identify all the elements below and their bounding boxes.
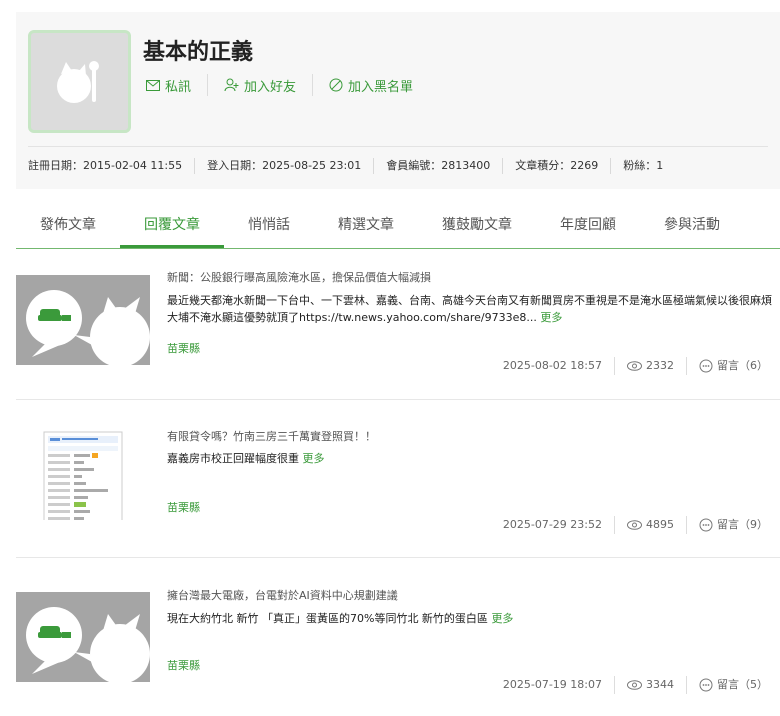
member-id: 會員編號：2813400 bbox=[373, 158, 502, 174]
post-meta: 2025-08-02 18:57 2332 留言（6） bbox=[491, 357, 780, 375]
comment-count[interactable]: 留言（6） bbox=[686, 357, 780, 375]
post-excerpt-text: 嘉義房市校正回躍幅度很重 bbox=[167, 452, 299, 465]
profile-divider bbox=[28, 146, 768, 147]
post-excerpt[interactable]: 嘉義房市校正回躍幅度很重 更多 bbox=[167, 450, 777, 467]
post-title[interactable]: 新聞：公股銀行曝高風險淹水區，擔保品價值大幅減損 bbox=[167, 269, 431, 285]
default-avatar-icon bbox=[56, 60, 99, 103]
eye-icon bbox=[627, 520, 642, 530]
view-count: 3344 bbox=[614, 676, 686, 694]
block-label: 加入黑名單 bbox=[348, 79, 414, 95]
list-item[interactable]: 新聞：公股銀行曝高風險淹水區，擔保品價值大幅減損 最近幾天都淹水新聞一下台中、一… bbox=[16, 242, 780, 400]
post-excerpt[interactable]: 最近幾天都淹水新聞一下台中、一下雲林、嘉義、台南、高雄今天台南又有新聞買房不重視… bbox=[167, 292, 777, 326]
post-excerpt[interactable]: 現在大約竹北 新竹 「真正」蛋黃區的70%等同竹北 新竹的蛋白區 更多 bbox=[167, 610, 777, 627]
post-date: 2025-07-29 23:52 bbox=[502, 518, 602, 531]
comment-count[interactable]: 留言（5） bbox=[686, 676, 780, 694]
username: 基本的正義 bbox=[143, 40, 254, 65]
comment-count[interactable]: 留言（9） bbox=[686, 516, 780, 534]
view-count-value: 3344 bbox=[646, 678, 674, 691]
message-label: 私訊 bbox=[165, 79, 192, 95]
post-thumbnail[interactable] bbox=[16, 430, 150, 520]
document-preview-icon bbox=[43, 431, 123, 520]
fans-count: 粉絲：1 bbox=[610, 158, 675, 174]
placeholder-mascot-icon bbox=[26, 607, 150, 682]
post-excerpt-text: 現在大約竹北 新竹 「真正」蛋黃區的70%等同竹北 新竹的蛋白區 bbox=[167, 612, 488, 625]
add-friend-icon bbox=[224, 78, 239, 92]
comment-icon bbox=[699, 518, 713, 532]
post-meta: 2025-07-19 18:07 3344 留言（5） bbox=[491, 676, 780, 694]
article-score: 文章積分：2269 bbox=[502, 158, 610, 174]
post-date: 2025-08-02 18:57 bbox=[502, 359, 602, 372]
block-icon bbox=[329, 78, 343, 92]
profile-stats: 註冊日期：2015-02-04 11:55 登入日期：2025-08-25 23… bbox=[28, 158, 675, 174]
comment-count-label: 留言（5） bbox=[717, 678, 768, 691]
avatar[interactable] bbox=[28, 30, 131, 133]
post-meta: 2025-07-29 23:52 4895 留言（9） bbox=[491, 516, 780, 534]
eye-icon bbox=[627, 680, 642, 690]
post-excerpt-text: 最近幾天都淹水新聞一下台中、一下雲林、嘉義、台南、高雄今天台南又有新聞買房不重視… bbox=[167, 294, 772, 324]
post-location[interactable]: 苗栗縣 bbox=[167, 657, 200, 673]
add-friend-button[interactable]: 加入好友 bbox=[224, 74, 314, 96]
post-date: 2025-07-19 18:07 bbox=[502, 678, 602, 691]
more-link[interactable]: 更多 bbox=[303, 452, 325, 465]
comment-count-label: 留言（6） bbox=[717, 359, 768, 372]
more-link[interactable]: 更多 bbox=[491, 612, 513, 625]
list-item[interactable]: 有限貸令嗎？竹南三房三千萬實登照買！！ 嘉義房市校正回躍幅度很重 更多 苗栗縣 … bbox=[16, 400, 780, 558]
list-item[interactable]: 擁台灣最大電廠，台電對於AI資料中心規劃建議 現在大約竹北 新竹 「真正」蛋黃區… bbox=[16, 558, 780, 716]
view-count-value: 4895 bbox=[646, 518, 674, 531]
post-title[interactable]: 擁台灣最大電廠，台電對於AI資料中心規劃建議 bbox=[167, 587, 398, 603]
post-location[interactable]: 苗栗縣 bbox=[167, 340, 200, 356]
add-friend-label: 加入好友 bbox=[244, 79, 297, 95]
block-button[interactable]: 加入黑名單 bbox=[329, 74, 429, 96]
more-link[interactable]: 更多 bbox=[540, 311, 562, 324]
placeholder-mascot-icon bbox=[26, 290, 150, 365]
comment-count-label: 留言（9） bbox=[717, 518, 768, 531]
comment-icon bbox=[699, 678, 713, 692]
eye-icon bbox=[627, 361, 642, 371]
view-count: 2332 bbox=[614, 357, 686, 375]
profile-actions: 私訊 加入好友 加入黑名單 bbox=[146, 74, 445, 96]
view-count: 4895 bbox=[614, 516, 686, 534]
comment-icon bbox=[699, 359, 713, 373]
register-date: 註冊日期：2015-02-04 11:55 bbox=[28, 159, 183, 172]
view-count-value: 2332 bbox=[646, 359, 674, 372]
post-thumbnail[interactable] bbox=[16, 275, 150, 365]
post-thumbnail[interactable] bbox=[16, 592, 150, 682]
profile-header: 基本的正義 私訊 加入好友 加入黑名單 註冊日期：2015-02-04 11:5… bbox=[16, 12, 780, 189]
message-button[interactable]: 私訊 bbox=[146, 74, 209, 96]
post-location[interactable]: 苗栗縣 bbox=[167, 499, 200, 515]
post-title[interactable]: 有限貸令嗎？竹南三房三千萬實登照買！！ bbox=[167, 428, 376, 444]
mail-icon bbox=[146, 79, 160, 91]
login-date: 登入日期：2025-08-25 23:01 bbox=[194, 158, 373, 174]
